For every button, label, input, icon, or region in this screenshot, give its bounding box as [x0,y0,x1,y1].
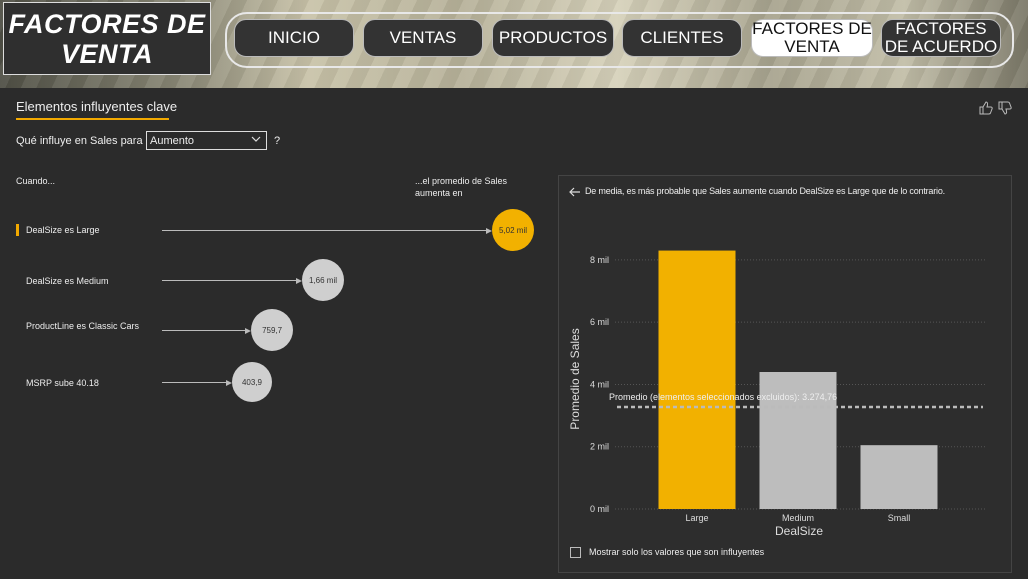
selected-indicator [16,224,19,236]
x-tick-label: Large [685,513,708,523]
column-header-effect: ...el promedio de Sales aumenta en [415,176,508,198]
influencer-label[interactable]: DealSize es Large [26,224,146,236]
nav-button-clientes[interactable]: CLIENTES [622,19,742,57]
influencer-label[interactable]: MSRP sube 40.18 [26,377,146,389]
nav-button-factores-de-acuerdo[interactable]: FACTORES DE ACUERDO [881,19,1001,57]
influencer-label[interactable]: ProductLine es Classic Cars [26,320,146,332]
nav-button-inicio[interactable]: INICIO [234,19,354,57]
direction-dropdown[interactable]: Aumento [146,131,267,150]
y-tick-label: 0 mil [590,504,609,514]
influencer-value-bubble[interactable]: 403,9 [232,362,272,402]
y-tick-label: 6 mil [590,317,609,327]
influencer-value-bubble[interactable]: 759,7 [251,309,294,351]
x-axis-title: DealSize [775,524,823,538]
influencer-value-bubble[interactable]: 1,66 mil [302,259,345,301]
nav-button-productos[interactable]: PRODUCTOS [492,19,614,57]
bar-small [860,445,938,509]
back-arrow-icon[interactable] [569,186,581,198]
bar-large [658,250,736,509]
checkbox-label: Mostrar solo los valores que son influye… [589,547,765,557]
influencer-connector-line [162,280,297,281]
y-tick-label: 2 mil [590,442,609,452]
deal-size-bar-chart: 0 mil 2 mil 4 mil 6 mil 8 mil Large Medium Smal… [568,250,985,538]
key-influencers-visual: Elementos influyentes clave Qué influye … [0,88,1028,579]
y-tick-label: 4 mil [590,379,609,389]
x-tick-label: Small [888,513,911,523]
influencer-connector-line [162,330,246,331]
x-tick-label: Medium [782,513,814,523]
dropdown-value: Aumento [150,135,195,147]
influencer-connector-line [162,382,226,383]
nav-button-factores-de-venta[interactable]: FACTORES DE VENTA [751,19,873,57]
question-mark: ? [274,135,281,147]
visual-tab-title[interactable]: Elementos influyentes clave [16,99,177,114]
thumbs-up-icon[interactable] [979,101,993,115]
page-title: FACTORES DE VENTA [8,8,206,69]
detail-panel: De media, es más probable que Sales aume… [558,175,1012,573]
influencer-connector-line [162,230,486,231]
question-label: Qué influye en Sales para [16,135,143,147]
column-header-when: Cuando... [16,176,56,186]
influencer-label[interactable]: DealSize es Medium [26,275,146,287]
influencer-value-bubble[interactable]: 5,02 mil [492,209,534,251]
page-title-box: FACTORES DE VENTA [3,2,211,75]
y-tick-label: 8 mil [590,255,609,265]
panel-explanation: De media, es más probable que Sales aume… [585,186,945,196]
visual-tab-underline [16,118,169,120]
reference-line-label: Promedio (elementos seleccionados exclui… [609,392,837,402]
nav-button-ventas[interactable]: VENTAS [363,19,483,57]
y-axis-title: Promedio de Sales [568,328,582,429]
chevron-down-icon [251,136,261,142]
thumbs-down-icon[interactable] [998,101,1012,115]
influential-only-checkbox[interactable] [570,547,581,558]
